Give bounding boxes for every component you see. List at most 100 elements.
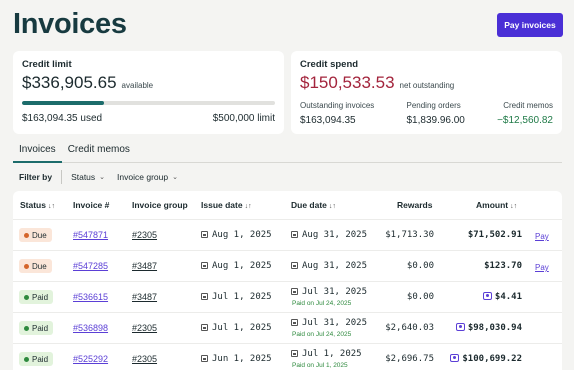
- table-row[interactable]: Paid #525292 #2305 Jun 1, 2025 Jul 1, 20…: [13, 343, 562, 370]
- rewards-value: $1,713.30: [385, 230, 434, 240]
- status-badge: Paid: [19, 352, 54, 366]
- credit-limit-footer: $163,094.35 used $500,000 limit: [22, 113, 275, 124]
- status-badge: Due: [19, 259, 52, 273]
- credit-available: $336,905.65 available: [22, 73, 153, 93]
- calendar-icon: [291, 262, 298, 269]
- sort-arrows-icon: ↓↑: [510, 203, 518, 210]
- column-header-status[interactable]: Status ↓↑: [20, 200, 55, 210]
- stat-value: $1,839.96.00: [406, 115, 465, 126]
- invoice-group-link[interactable]: #2305: [132, 323, 157, 333]
- amount-value: $100,699.22: [450, 354, 522, 364]
- invoice-group-filter-button[interactable]: Invoice group ⌄: [117, 172, 178, 182]
- table-row[interactable]: Due #547871 #2305 Aug 1, 2025 Aug 31, 20…: [13, 219, 562, 250]
- filter-bar: Filter by Status ⌄ Invoice group ⌄: [19, 170, 190, 184]
- calendar-icon: [201, 262, 208, 269]
- invoices-table: Status ↓↑ Invoice # Invoice group Issue d…: [13, 191, 562, 370]
- stat-value: −$12,560.82: [497, 115, 553, 126]
- pay-link[interactable]: Pay: [535, 263, 549, 272]
- amount-value: $71,502.91: [467, 230, 522, 240]
- credit-available-amount: $336,905.65: [22, 73, 117, 92]
- issue-date: Jun 1, 2025: [201, 354, 272, 364]
- chevron-down-icon: ⌄: [172, 174, 178, 181]
- net-outstanding-amount: $150,533.53: [300, 73, 395, 92]
- rewards-value: $0.00: [406, 292, 434, 302]
- status-dot: [24, 356, 29, 362]
- paid-on-date: Paid on Jul 1, 2025: [292, 362, 348, 369]
- calendar-icon: [201, 324, 208, 331]
- credit-available-suffix: available: [121, 81, 154, 90]
- stat-label: Credit memos: [503, 101, 553, 110]
- due-date: Aug 31, 2025: [291, 261, 367, 271]
- column-header-due-date[interactable]: Due date ↓↑: [291, 200, 336, 210]
- paid-on-date: Paid on Jul 24, 2025: [292, 300, 352, 307]
- pay-invoices-button[interactable]: Pay invoices: [497, 13, 563, 37]
- filter-by-label: Filter by: [19, 172, 53, 182]
- filter-divider: [61, 170, 63, 184]
- status-badge: Paid: [19, 321, 54, 335]
- credit-spend-stats: Outstanding invoices $163,094.35 Pending…: [300, 101, 553, 126]
- issue-date: Jul 1, 2025: [201, 323, 272, 333]
- amount-value: $123.70: [484, 261, 522, 271]
- column-header-issue-date[interactable]: Issue date ↓↑: [201, 200, 252, 210]
- invoice-group-link[interactable]: #2305: [132, 354, 157, 364]
- status-dot: [24, 232, 29, 238]
- sort-arrows-icon: ↓↑: [47, 203, 55, 210]
- issue-date: Aug 1, 2025: [201, 261, 272, 271]
- rewards-value: $2,640.03: [385, 323, 434, 333]
- stat-value: $163,094.35: [300, 115, 356, 126]
- invoice-link[interactable]: #547871: [73, 230, 108, 240]
- rewards-card-icon: [455, 323, 465, 331]
- calendar-icon: [291, 288, 298, 295]
- credit-limit-total: $500,000 limit: [212, 113, 275, 124]
- table-row[interactable]: Due #547285 #3487 Aug 1, 2025 Aug 31, 20…: [13, 250, 562, 281]
- issue-date: Jul 1, 2025: [201, 292, 272, 302]
- stat-label: Pending orders: [406, 101, 461, 110]
- invoice-group-link[interactable]: #3487: [132, 261, 157, 271]
- net-outstanding-suffix: net outstanding: [399, 81, 455, 90]
- column-header-rewards: Rewards: [397, 200, 433, 210]
- column-header-invoice: Invoice #: [73, 200, 110, 210]
- rewards-value: $2,696.75: [385, 354, 434, 364]
- status-filter-button[interactable]: Status ⌄: [71, 172, 105, 182]
- paid-on-date: Paid on Jul 24, 2025: [292, 331, 352, 338]
- credit-used: $163,094.35 used: [22, 113, 103, 124]
- calendar-icon: [291, 231, 298, 238]
- sort-arrows-icon: ↓↑: [244, 203, 252, 210]
- due-date: Jul 31, 2025: [291, 318, 367, 328]
- credit-usage-bar: [22, 101, 275, 105]
- pay-link[interactable]: Pay: [535, 232, 549, 241]
- amount-value: $98,030.94: [455, 323, 522, 333]
- credit-spend-label: Credit spend: [300, 59, 359, 70]
- status-dot: [24, 325, 29, 331]
- invoice-group-filter-label: Invoice group: [117, 172, 169, 182]
- invoice-link[interactable]: #525292: [73, 354, 108, 364]
- credit-spend-card: Credit spend $150,533.53 net outstanding…: [291, 51, 562, 134]
- stat-credit-memos: Credit memos −$12,560.82: [497, 101, 553, 126]
- invoice-group-link[interactable]: #3487: [132, 292, 157, 302]
- invoice-link[interactable]: #536898: [73, 323, 108, 333]
- invoice-link[interactable]: #536615: [73, 292, 108, 302]
- sort-arrows-icon: ↓↑: [328, 203, 336, 210]
- invoice-link[interactable]: #547285: [73, 261, 108, 271]
- tab-invoices[interactable]: Invoices: [13, 143, 62, 163]
- credit-limit-label: Credit limit: [22, 59, 72, 70]
- calendar-icon: [291, 319, 298, 326]
- column-header-group: Invoice group: [132, 200, 188, 210]
- stat-pending-orders: Pending orders $1,839.96.00: [406, 101, 464, 126]
- status-dot: [24, 263, 29, 269]
- status-badge: Due: [19, 228, 52, 242]
- due-date: Jul 1, 2025: [291, 349, 362, 359]
- tab-credit-memos[interactable]: Credit memos: [62, 143, 136, 163]
- status-filter-label: Status: [71, 172, 96, 182]
- column-header-amount[interactable]: Amount ↓↑: [476, 200, 517, 210]
- invoice-group-link[interactable]: #2305: [132, 230, 157, 240]
- stat-outstanding-invoices: Outstanding invoices $163,094.35: [300, 101, 374, 126]
- due-date: Aug 31, 2025: [291, 230, 367, 240]
- chevron-down-icon: ⌄: [99, 174, 106, 181]
- table-row[interactable]: Paid #536615 #3487 Jul 1, 2025 Jul 31, 2…: [13, 281, 562, 312]
- rewards-value: $0.00: [406, 261, 434, 271]
- credit-usage-fill: [22, 101, 105, 105]
- calendar-icon: [201, 355, 208, 362]
- due-date: Jul 31, 2025: [291, 287, 367, 297]
- table-row[interactable]: Paid #536898 #2305 Jul 1, 2025 Jul 31, 2…: [13, 312, 562, 343]
